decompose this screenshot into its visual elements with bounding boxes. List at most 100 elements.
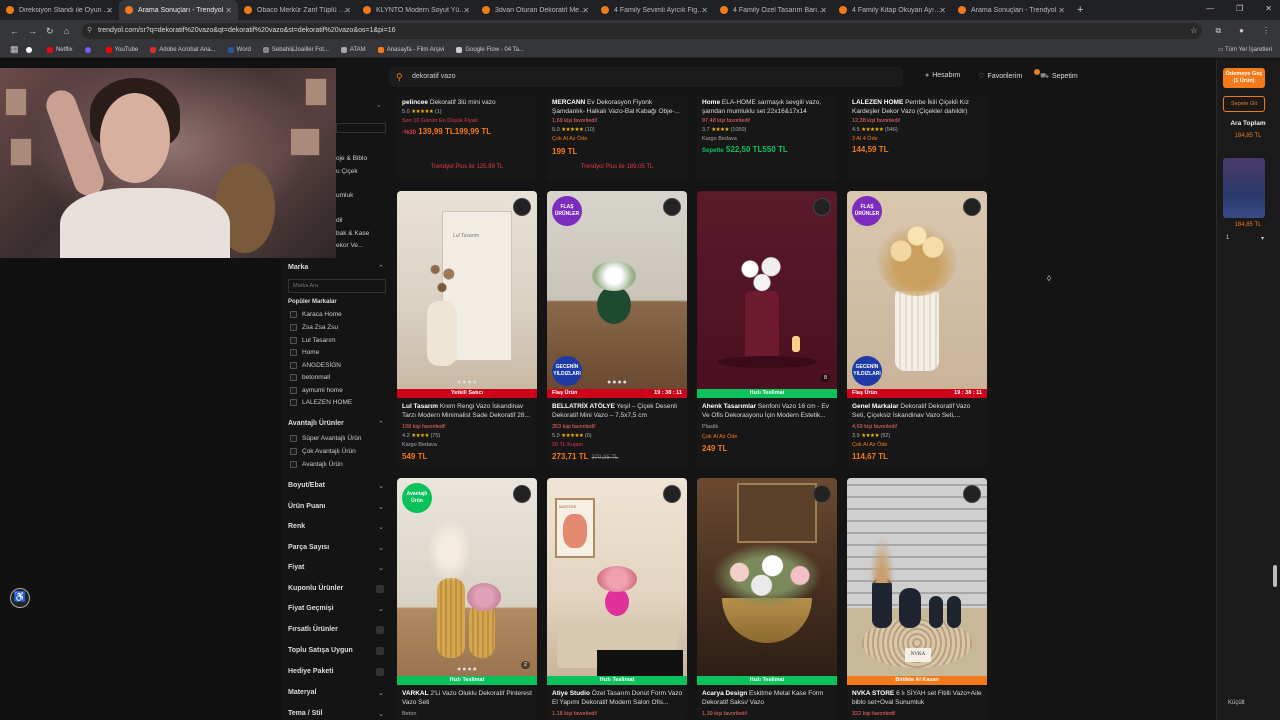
bookmark-item[interactable]: ATAM [340, 46, 366, 53]
search-input[interactable]: ⚲ dekoratif vazo [389, 67, 903, 87]
product-image[interactable]: FLAŞ ÜRÜNLER GECENİN YILDIZLARI [847, 191, 987, 389]
product-image[interactable] [697, 478, 837, 676]
cart-item-thumbnail[interactable] [1223, 158, 1265, 218]
quantity-stepper[interactable]: 1 ▾ [1226, 235, 1264, 245]
browser-tab[interactable]: 4 Family Özel Tasarım Barista A...✕ [714, 0, 833, 20]
chevron-up-icon[interactable]: ⌃ [336, 105, 381, 112]
maximize-icon[interactable]: ❐ [1236, 4, 1243, 13]
filter-price-history[interactable]: Fiyat Geçmişi ⌄ [288, 605, 384, 613]
site-info-icon[interactable]: ⚲ [87, 23, 92, 39]
favorite-heart-icon[interactable] [963, 198, 981, 216]
favorite-heart-icon[interactable] [663, 198, 681, 216]
filter-bulk[interactable]: Toplu Satışa Uygun [288, 647, 384, 655]
brand-checkbox[interactable]: Lul Tasarım [290, 337, 335, 344]
profile-icon[interactable]: ● [1239, 26, 1244, 36]
favorite-heart-icon[interactable] [513, 485, 531, 503]
bookmark-item[interactable]: Google Flow - 04 Ta... [456, 46, 524, 53]
close-tab-icon[interactable]: ✕ [225, 6, 232, 15]
go-to-cart-button[interactable]: Sepete Git [1223, 96, 1265, 112]
bookmark-item[interactable]: Anasayfa - Film Arşivi [377, 46, 444, 53]
filter-brand-header[interactable]: Marka ⌃ [288, 264, 384, 272]
filter-deals[interactable]: Fırsatlı Ürünler [288, 626, 384, 634]
product-card[interactable]: MERCANN Ev Dekorasyon Fiyonk Şamdanlık- … [547, 95, 687, 181]
image-dots[interactable]: ●●●● [457, 666, 478, 673]
image-dots[interactable]: ●●●● [457, 379, 478, 386]
close-tab-icon[interactable]: ✕ [1058, 6, 1065, 15]
toggle-switch[interactable] [376, 626, 384, 634]
toggle-switch[interactable] [376, 647, 384, 655]
product-card[interactable]: FLAŞ ÜRÜNLER GECENİN YILDIZLARI ●●●● Fla… [547, 191, 687, 467]
search-icon[interactable]: ⚲ [396, 67, 403, 87]
accessibility-icon[interactable]: ♿ [10, 588, 30, 608]
favorite-heart-icon[interactable] [513, 198, 531, 216]
home-icon[interactable]: ⌂ [64, 26, 72, 36]
browser-tab[interactable]: Obaco Merkür Zarif Tüplü Vazo...✕ [238, 0, 357, 20]
category-item[interactable]: dil [336, 217, 343, 224]
bookmark-star-icon[interactable]: ☆ [1190, 26, 1197, 36]
product-card[interactable]: MATISSE Hızlı Teslimat Atiye Studio Özel… [547, 478, 687, 720]
checkout-button[interactable]: Ödemeye Geç (1 Ürün) [1223, 68, 1265, 88]
browser-tab[interactable]: Direksiyon Standı ile Oyun Y... ✕ [0, 0, 119, 20]
filter-theme[interactable]: Tema / Stil ⌄ [288, 710, 384, 718]
toggle-switch[interactable] [376, 668, 384, 676]
product-card[interactable]: Avantajlı Ürün ●●●● 2 Hızlı Teslimat VAR… [397, 478, 537, 720]
filter-material[interactable]: Materyal ⌄ [288, 689, 384, 697]
product-image[interactable]: Lul Tasarım ●●●● [397, 191, 537, 389]
brand-checkbox[interactable]: Karaca Home [290, 311, 342, 318]
category-item[interactable]: oje & Biblo [336, 155, 367, 162]
close-tab-icon[interactable]: ✕ [106, 6, 113, 15]
product-card[interactable]: Home ELA-HOME sarmaşık sevgili vazo, şam… [697, 95, 837, 181]
bookmark-item[interactable]: Adobe Acrobat Ana... [150, 46, 216, 53]
browser-tab-active[interactable]: Arama Sonuçları - Trendyol ✕ [119, 0, 238, 20]
favorites-link[interactable]: ♡ Favorilerim [978, 72, 1022, 81]
product-image[interactable]: FLAŞ ÜRÜNLER GECENİN YILDIZLARI ●●●● [547, 191, 687, 389]
filter-piece-count[interactable]: Parça Sayısı ⌄ [288, 544, 384, 552]
bookmark-google[interactable] [26, 46, 35, 53]
browser-tab[interactable]: Arama Sonuçları - Trendyol ✕ [952, 0, 1071, 20]
product-card[interactable]: Hızlı Teslimat Acarya Design Eskitme Met… [697, 478, 837, 720]
category-search-input[interactable] [336, 123, 386, 133]
bookmark-item[interactable]: YouTube [105, 46, 138, 53]
product-image[interactable]: 8 [697, 191, 837, 389]
new-tab-button[interactable]: + [1077, 4, 1083, 16]
product-card[interactable]: Lul Tasarım ●●●● Yetkili Satıcı Lul Tasa… [397, 191, 537, 467]
forward-icon[interactable]: → [28, 26, 37, 36]
product-card[interactable]: NVKA Birlikte Al Kazan NVKA STORE 6 lı S… [847, 478, 987, 720]
shrink-button[interactable]: Küçült [1228, 700, 1245, 706]
close-tab-icon[interactable]: ✕ [463, 6, 470, 15]
favorite-heart-icon[interactable] [663, 485, 681, 503]
product-card[interactable]: LALEZEN HOME Pembe İkili Çiçekli Kız Kar… [847, 95, 987, 181]
brand-checkbox[interactable]: betonmall [290, 374, 330, 381]
reload-icon[interactable]: ↻ [46, 26, 54, 37]
trash-icon[interactable]: ▾ [1261, 235, 1264, 245]
product-image[interactable]: NVKA [847, 478, 987, 676]
browser-tab[interactable]: 4 Family Kitap Okuyan Ayıcık B...✕ [833, 0, 952, 20]
brand-checkbox[interactable]: Zsa Zsa Zsu [290, 324, 338, 331]
favorite-heart-icon[interactable] [963, 485, 981, 503]
category-item[interactable]: ekor Ve... [336, 242, 363, 249]
apps-icon[interactable]: ▦ [10, 44, 19, 55]
product-image[interactable]: Avantajlı Ürün ●●●● 2 [397, 478, 537, 676]
filter-size[interactable]: Boyut/Ebat ⌄ [288, 482, 384, 490]
bookmark-item[interactable]: Netflix [47, 46, 73, 53]
filter-color[interactable]: Renk ⌄ [288, 523, 384, 531]
brand-checkbox[interactable]: LALEZEN HOME [290, 399, 352, 406]
filter-price[interactable]: Fiyat ⌄ [288, 564, 384, 572]
extensions-icon[interactable]: ⧉ [1215, 26, 1221, 36]
url-field[interactable]: ⚲ trendyol.com/sr?q=dekoratif%20vazo&qt=d… [82, 23, 1202, 39]
category-item[interactable]: umluk [336, 192, 353, 199]
brand-checkbox[interactable]: Home [290, 349, 319, 356]
close-tab-icon[interactable]: ✕ [701, 6, 708, 15]
browser-tab[interactable]: KLYNTO Modern Soyut Yüz Her...✕ [357, 0, 476, 20]
close-tab-icon[interactable]: ✕ [582, 6, 589, 15]
advantage-checkbox[interactable]: Süper Avantajlı Ürün [290, 435, 362, 442]
close-tab-icon[interactable]: ✕ [344, 6, 351, 15]
favorite-heart-icon[interactable] [813, 485, 831, 503]
close-tab-icon[interactable]: ✕ [820, 6, 827, 15]
category-item[interactable]: bak & Kase [336, 230, 369, 237]
image-dots[interactable]: ●●●● [607, 379, 628, 386]
close-window-icon[interactable]: ✕ [1265, 4, 1272, 13]
cart-link[interactable]: ⛟ Sepetim [1040, 72, 1078, 81]
account-link[interactable]: ● Hesabım [925, 72, 960, 81]
filter-gift[interactable]: Hediye Paketi [288, 668, 384, 676]
